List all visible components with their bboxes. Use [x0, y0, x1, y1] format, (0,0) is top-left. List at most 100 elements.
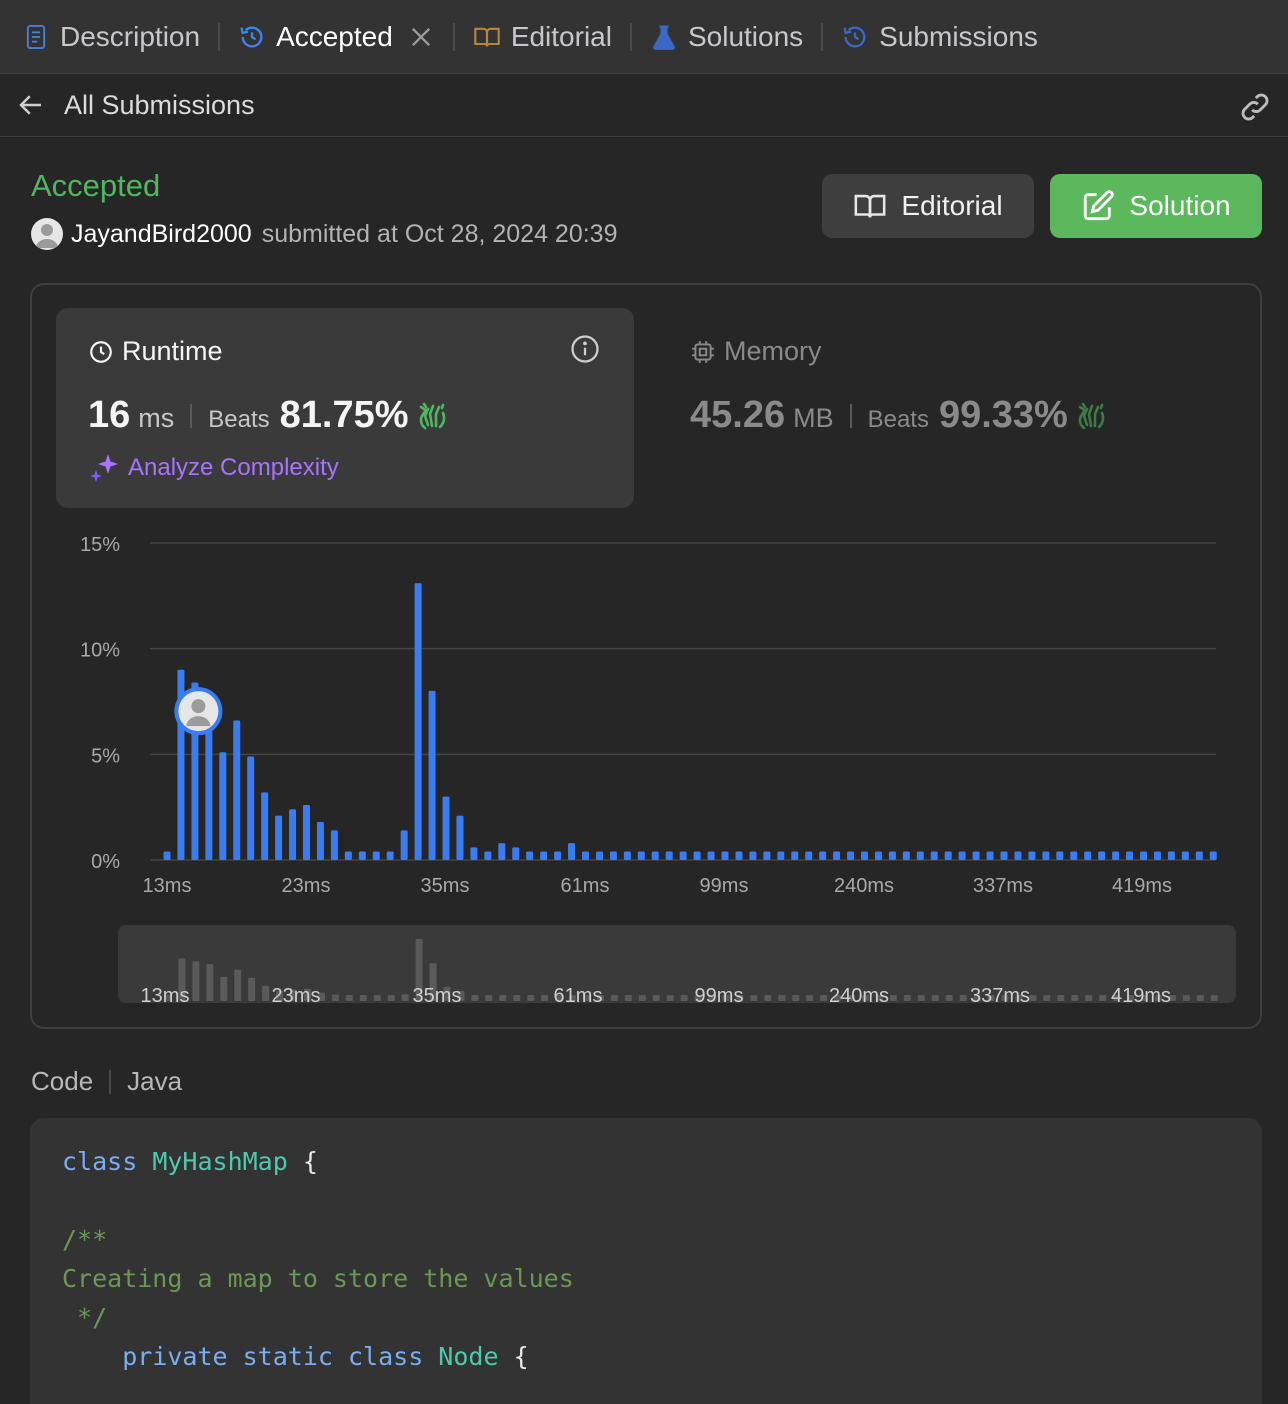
tab-accepted-label: Accepted — [276, 20, 393, 52]
code-token: */ — [62, 1303, 108, 1332]
analyze-complexity-button[interactable]: Analyze Complexity — [88, 452, 339, 484]
chart-bar[interactable] — [442, 796, 450, 860]
chart-bar[interactable] — [344, 851, 352, 860]
chart-bar[interactable] — [707, 851, 715, 860]
chart-bar[interactable] — [582, 851, 589, 860]
minimap-bar — [917, 995, 925, 1001]
chart-bar[interactable] — [484, 851, 492, 860]
tab-submissions[interactable]: Submissions — [841, 0, 1038, 74]
chart-bar[interactable] — [386, 851, 394, 860]
chart-bar[interactable] — [791, 851, 799, 860]
chart-bar[interactable] — [819, 851, 827, 860]
chart-bar[interactable] — [916, 851, 924, 860]
chart-bar[interactable] — [372, 851, 380, 860]
chart-range-minimap[interactable]: 13ms 23ms 35ms 61ms 99ms 240ms 337ms 419ms — [118, 925, 1236, 1003]
chart-bar[interactable] — [777, 851, 785, 860]
chart-bar[interactable] — [1070, 851, 1078, 860]
chart-bar[interactable] — [428, 690, 436, 860]
chart-bar[interactable] — [498, 843, 506, 860]
memory-unit: MB — [793, 403, 834, 433]
tab-solutions[interactable]: Solutions — [650, 0, 803, 74]
chart-bar[interactable] — [526, 851, 534, 860]
chart-bar[interactable] — [972, 851, 980, 860]
chart-bar[interactable] — [637, 851, 645, 860]
chart-bar[interactable] — [233, 720, 241, 860]
chart-bar[interactable] — [665, 851, 673, 860]
chart-bar[interactable] — [805, 851, 813, 860]
chart-bar[interactable] — [1153, 851, 1161, 860]
chart-bar[interactable] — [1167, 851, 1175, 860]
chart-bar[interactable] — [944, 851, 952, 860]
chart-bar[interactable] — [303, 805, 310, 860]
close-icon[interactable] — [407, 23, 435, 51]
username-link[interactable]: JayandBird2000 — [71, 220, 252, 249]
memory-title[interactable]: Memory — [690, 336, 822, 367]
chart-bar[interactable] — [1000, 851, 1008, 860]
chart-bar[interactable] — [275, 815, 283, 860]
chart-bar[interactable] — [219, 752, 227, 860]
chart-bar[interactable] — [861, 851, 868, 860]
chart-bar[interactable] — [400, 830, 408, 860]
editorial-button[interactable]: Editorial — [822, 174, 1034, 238]
tab-description[interactable]: Description — [22, 0, 200, 74]
chart-bar[interactable] — [568, 843, 576, 860]
chart-bar[interactable] — [470, 847, 478, 860]
chart-bar[interactable] — [163, 851, 171, 860]
chart-bar[interactable] — [358, 851, 366, 860]
solution-button[interactable]: Solution — [1050, 174, 1262, 238]
chart-bar[interactable] — [1126, 851, 1134, 860]
chart-bar[interactable] — [1181, 851, 1189, 860]
chart-bar[interactable] — [261, 792, 269, 860]
chart-bar[interactable] — [1042, 851, 1050, 860]
chart-bar[interactable] — [902, 851, 910, 860]
avatar[interactable] — [31, 218, 63, 250]
link-icon[interactable] — [1238, 90, 1272, 124]
chart-bar[interactable] — [609, 851, 617, 860]
chart-bar[interactable] — [930, 851, 938, 860]
chart-bar[interactable] — [1056, 851, 1064, 860]
chart-bar[interactable] — [749, 851, 757, 860]
chart-bar[interactable] — [595, 851, 603, 860]
minimap-bar — [485, 995, 493, 1001]
chart-bar[interactable] — [554, 851, 562, 860]
chart-bar[interactable] — [679, 851, 687, 860]
chart-bar[interactable] — [986, 851, 994, 860]
all-submissions-link[interactable]: All Submissions — [64, 90, 255, 121]
code-content[interactable]: class MyHashMap {​/**Creating a map to s… — [62, 1142, 574, 1376]
user-position-marker[interactable] — [174, 687, 223, 736]
chart-bar[interactable] — [1112, 851, 1120, 860]
chart-bar[interactable] — [833, 851, 841, 860]
tab-accepted[interactable]: Accepted — [238, 0, 435, 74]
chart-bar[interactable] — [414, 583, 422, 860]
chart-bar[interactable] — [330, 830, 338, 860]
chart-bar[interactable] — [623, 851, 631, 860]
chart-bar[interactable] — [456, 815, 464, 860]
chart-bar[interactable] — [693, 851, 701, 860]
tab-editorial[interactable]: Editorial — [473, 0, 612, 74]
chart-bar[interactable] — [651, 851, 659, 860]
chart-bar[interactable] — [1028, 851, 1036, 860]
chart-bar[interactable] — [1098, 851, 1106, 860]
chart-bar[interactable] — [1014, 851, 1022, 860]
chart-bar[interactable] — [289, 809, 297, 860]
chart-bar[interactable] — [1209, 851, 1217, 860]
chart-bar[interactable] — [888, 851, 896, 860]
chart-bar[interactable] — [847, 851, 855, 860]
chart-bar[interactable] — [735, 851, 743, 860]
minimap-bar — [792, 995, 800, 1001]
chart-bar[interactable] — [540, 851, 548, 860]
arrow-left-icon[interactable] — [16, 90, 46, 120]
chart-bar[interactable] — [958, 851, 966, 860]
chart-bar[interactable] — [512, 847, 520, 860]
info-icon[interactable] — [570, 334, 600, 364]
chart-bar[interactable] — [721, 851, 729, 860]
chart-bar[interactable] — [1195, 851, 1203, 860]
minimap-bar — [373, 995, 381, 1001]
chart-bar[interactable] — [874, 851, 882, 860]
runtime-distribution-chart[interactable]: 15% 10% 5% 0% 13ms 23ms 35ms 61ms 99ms 240ms 337ms… — [30, 520, 1262, 910]
chart-bar[interactable] — [1084, 851, 1092, 860]
chart-bar[interactable] — [247, 756, 255, 860]
chart-bar[interactable] — [316, 821, 324, 860]
chart-bar[interactable] — [763, 851, 771, 860]
chart-bar[interactable] — [1140, 851, 1147, 860]
